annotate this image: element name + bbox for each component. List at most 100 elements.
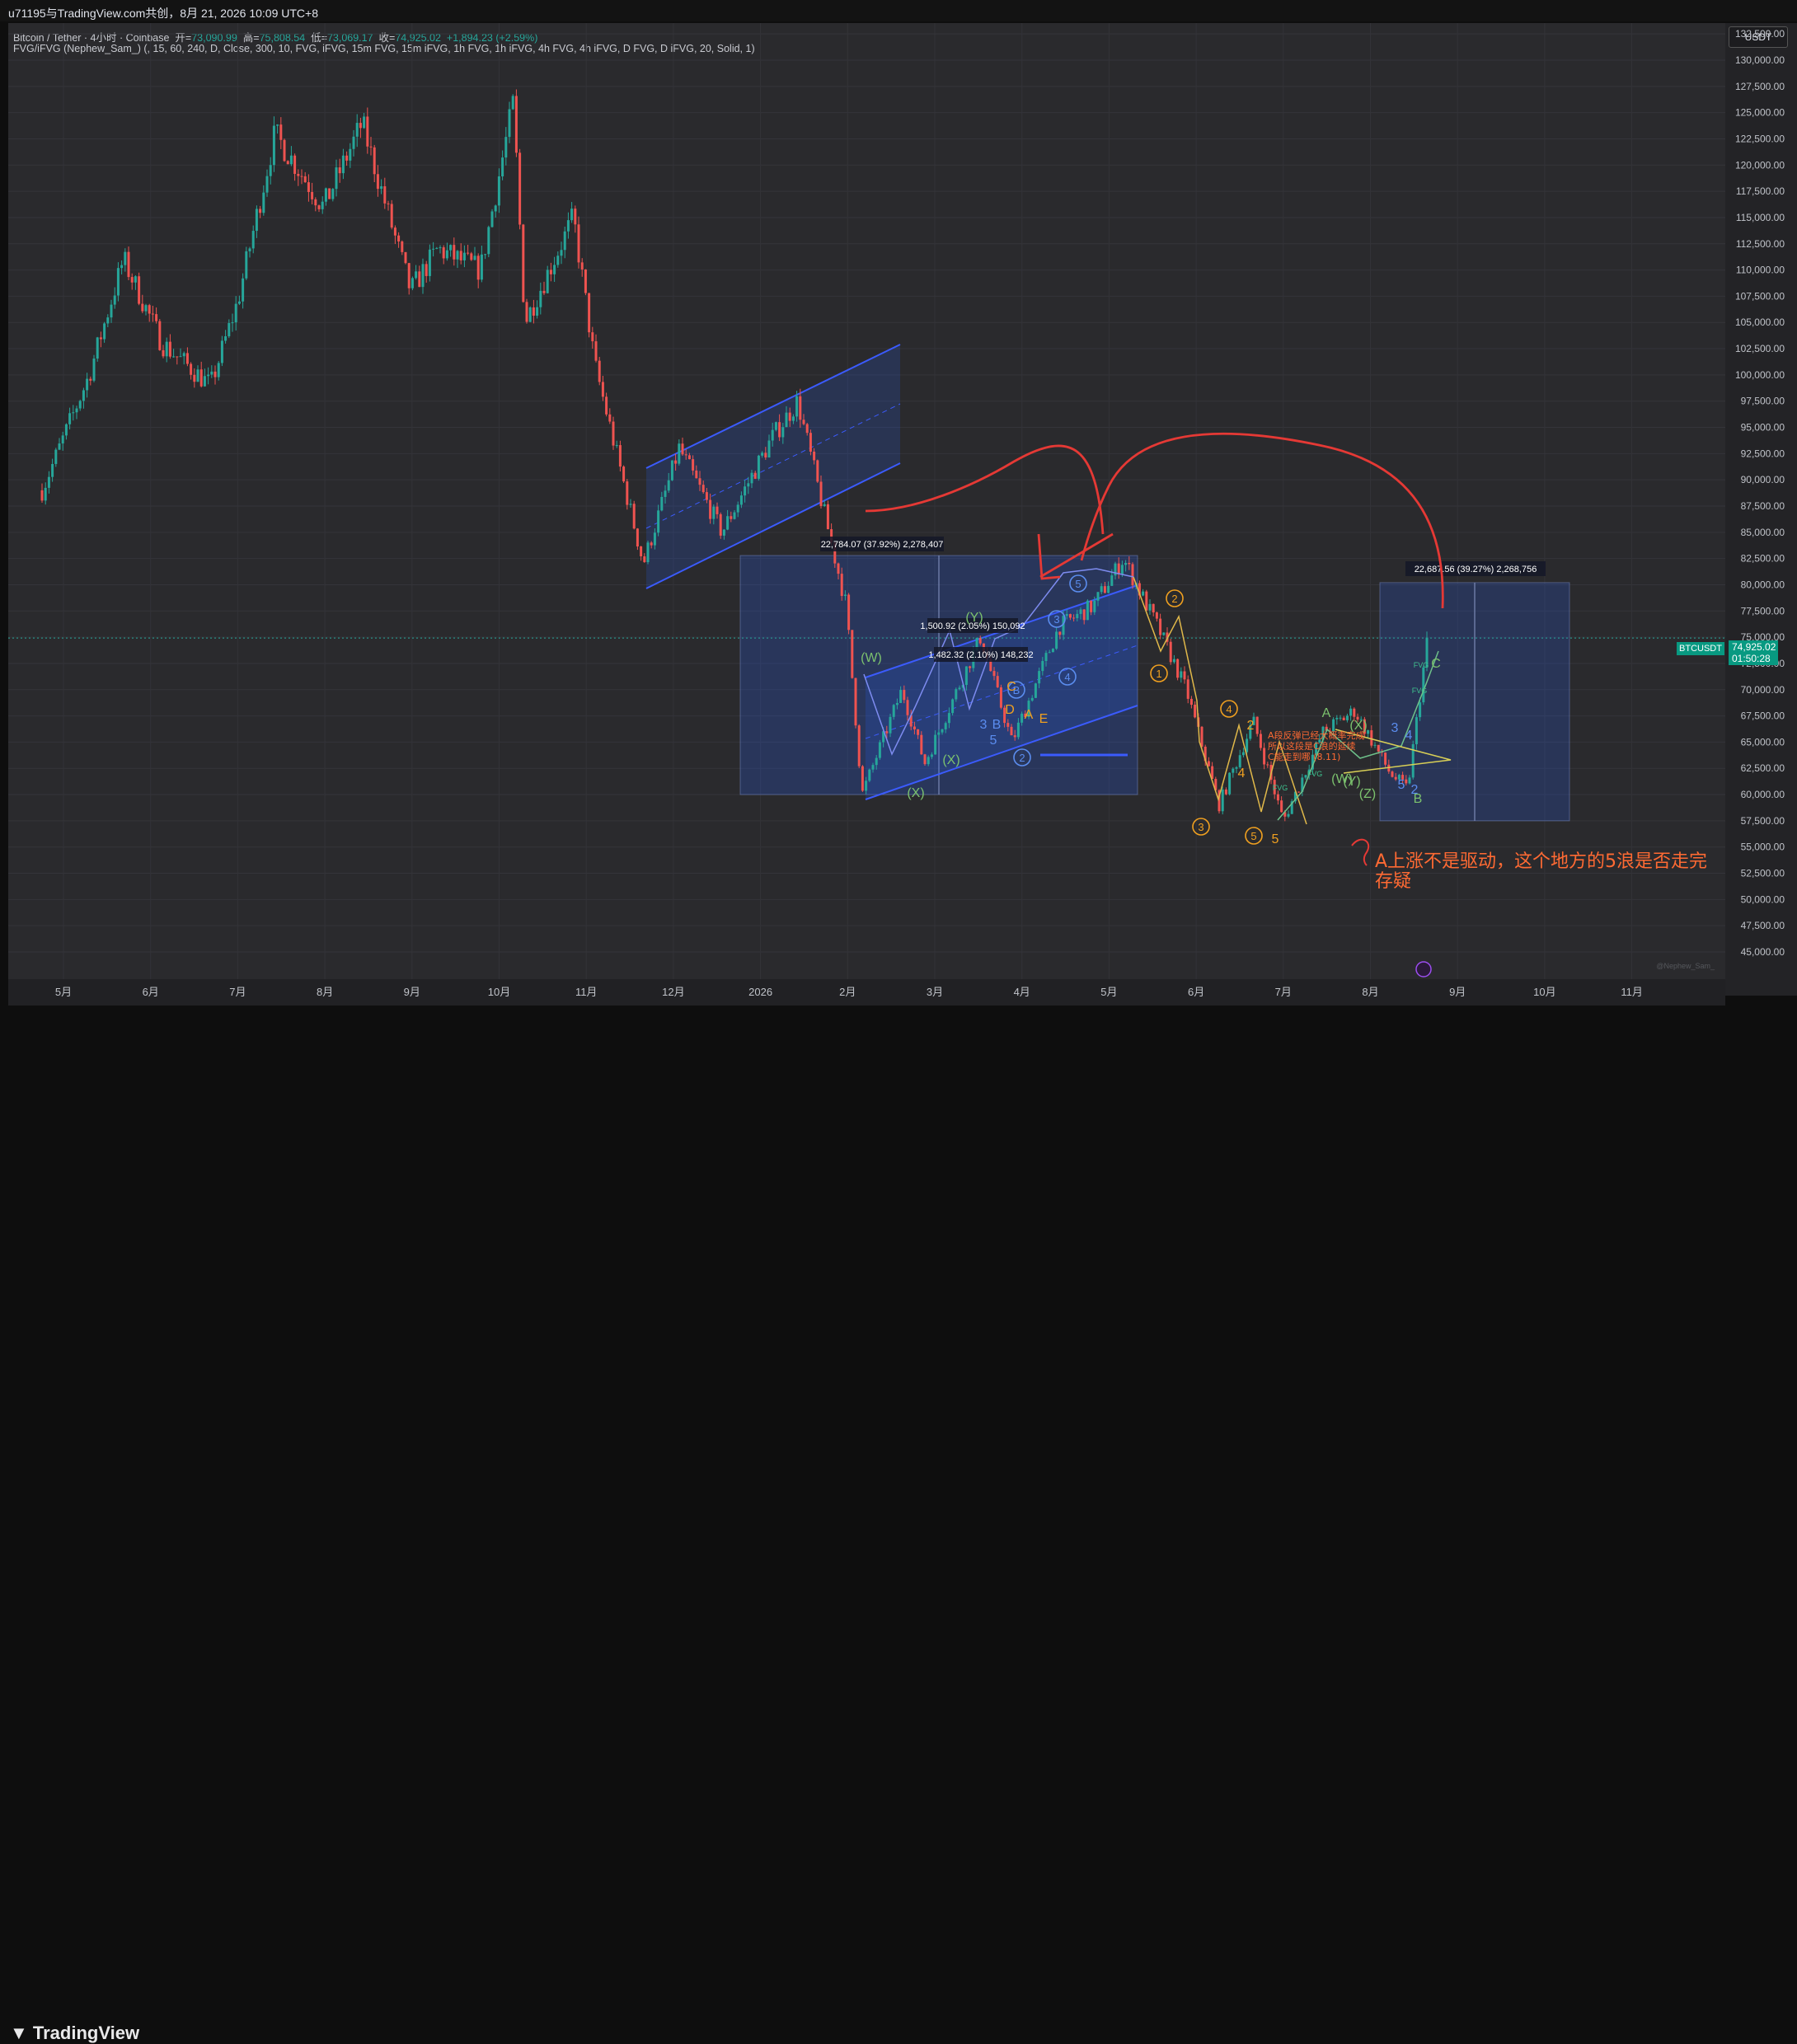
candle-body	[272, 125, 275, 166]
tradingview-brand: TradingView	[32, 2023, 140, 2043]
candle-body	[203, 376, 206, 387]
candle-body	[1162, 632, 1166, 635]
candle-body	[297, 173, 300, 176]
candle-body	[1013, 735, 1016, 738]
candle-body	[369, 146, 373, 148]
candle-body	[626, 481, 629, 505]
candle-body	[44, 487, 47, 501]
candle-body	[359, 123, 362, 129]
candle-body	[840, 574, 843, 597]
candle-body	[563, 231, 566, 251]
candle-body	[1266, 764, 1269, 766]
candle-body	[1342, 717, 1345, 720]
price-tick-label: 70,000.00	[1741, 684, 1785, 696]
candle-body	[314, 199, 317, 206]
price-tick-label: 85,000.00	[1741, 527, 1785, 538]
candle-body	[324, 188, 327, 202]
time-tick-label: 5月	[55, 986, 72, 998]
wave-label-green: A	[1322, 706, 1331, 720]
wave-label-green: B	[1414, 792, 1423, 806]
candle-body	[1228, 772, 1232, 795]
candle-body	[501, 157, 504, 177]
wave-label-orange: 1	[1156, 668, 1161, 680]
candle-body	[636, 528, 639, 546]
candle-body	[231, 322, 234, 324]
candle-body	[1246, 738, 1249, 752]
time-tick-label: 9月	[404, 986, 420, 998]
candle-body	[1030, 697, 1034, 701]
chart-canvas[interactable]: 45,000.00 47,500.00 50,000.00 52,500.00 55,0…	[0, 0, 1797, 1052]
candle-body	[678, 443, 681, 464]
candle-body	[355, 123, 359, 137]
candle-body	[494, 205, 497, 212]
candle-body	[1377, 744, 1380, 752]
candle-body	[1090, 600, 1093, 612]
candle-body	[584, 269, 587, 293]
candle-body	[113, 295, 116, 305]
candle-body	[1370, 730, 1373, 746]
candle-body	[196, 369, 199, 382]
candle-body	[903, 690, 906, 701]
candle-body	[1194, 705, 1197, 718]
candle-body	[248, 248, 251, 251]
wave-label-orange: A	[1025, 708, 1034, 722]
candle-body	[445, 250, 448, 259]
candle-body	[1048, 652, 1051, 654]
candle-body	[459, 251, 462, 260]
candle-body	[141, 303, 144, 312]
candle-body	[640, 546, 643, 556]
candle-body	[321, 201, 324, 209]
candle-body	[349, 148, 352, 161]
candle-body	[148, 305, 151, 314]
candle-body	[705, 492, 708, 500]
candle-body	[1422, 667, 1425, 703]
wave-label-blue: 5	[1075, 578, 1081, 590]
annotation-small-text: 所以这段是C浪的延续	[1268, 740, 1356, 752]
candle-body	[632, 504, 636, 529]
candle-body	[155, 314, 158, 321]
candle-body	[207, 374, 210, 377]
candle-body	[771, 429, 774, 441]
candle-body	[303, 176, 307, 183]
candle-body	[151, 313, 154, 315]
footer-bar: ▼ TradingView	[0, 1006, 1797, 2043]
wave-label-blue: B	[992, 718, 1002, 732]
tradingview-logo[interactable]: ▼ TradingView	[10, 2023, 139, 2044]
wave-label-green: (Y)	[965, 611, 983, 625]
price-tick-label: 50,000.00	[1741, 893, 1785, 905]
candle-body	[331, 189, 335, 199]
measure-label: 22,784.07 (37.92%) 2,278,407	[821, 540, 944, 550]
wave-label-orange: 4	[1226, 703, 1232, 715]
candle-body	[262, 192, 265, 213]
candle-body	[951, 699, 955, 714]
candle-body	[927, 757, 930, 765]
candle-body	[1148, 603, 1152, 611]
candle-body	[716, 506, 719, 514]
candle-body	[1238, 755, 1241, 767]
candle-body	[317, 205, 321, 209]
price-tick-label: 127,500.00	[1735, 81, 1785, 92]
candle-body	[404, 251, 407, 264]
candle-body	[549, 270, 552, 274]
candle-body	[1082, 609, 1086, 621]
candle-body	[1065, 614, 1068, 616]
candle-body	[1339, 717, 1342, 719]
candle-body	[237, 301, 241, 304]
candle-body	[293, 155, 297, 174]
price-tick-label: 112,500.00	[1736, 238, 1785, 250]
candle-body	[941, 729, 944, 733]
candle-body	[307, 182, 310, 192]
candle-body	[185, 353, 189, 364]
candle-body	[428, 249, 431, 276]
candle-body	[1391, 771, 1394, 777]
candle-body	[1058, 631, 1062, 635]
candle-body	[594, 341, 598, 361]
time-tick-label: 6月	[1188, 986, 1204, 998]
candle-body	[1419, 702, 1422, 718]
candle-body	[518, 152, 522, 225]
candle-body	[165, 341, 168, 357]
time-tick-label: 12月	[662, 986, 684, 998]
candle-body	[176, 356, 179, 358]
wave-label-blue: 3	[1391, 721, 1399, 735]
candle-body	[1200, 726, 1203, 747]
